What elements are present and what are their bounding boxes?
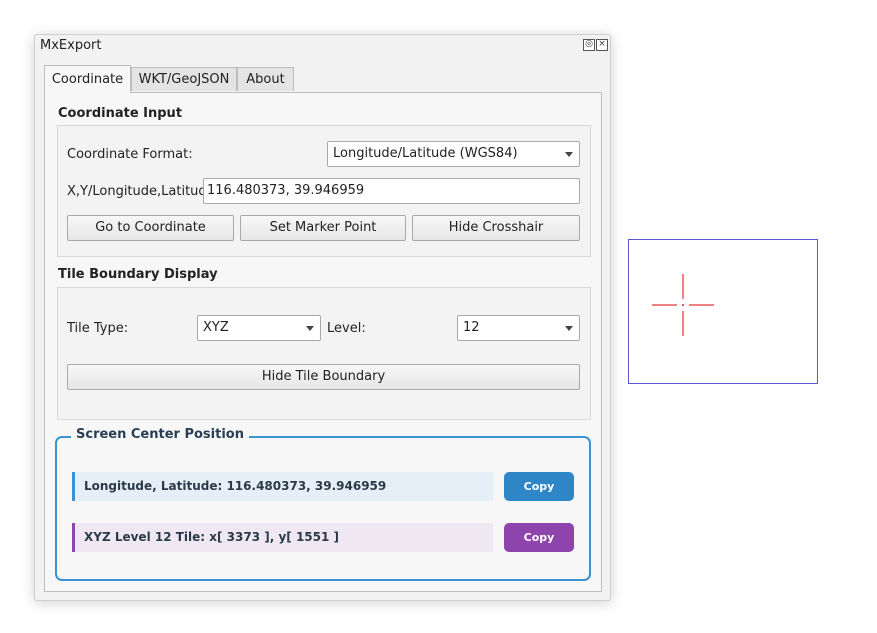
- xy-label: X,Y/Longitude,Latitude:: [67, 184, 220, 199]
- hide-tile-boundary-button[interactable]: Hide Tile Boundary: [67, 364, 580, 390]
- close-icon[interactable]: ×: [596, 39, 608, 51]
- level-select[interactable]: 12: [457, 315, 580, 341]
- coordinate-tab-panel: Coordinate Input Coordinate Format: Long…: [44, 92, 602, 592]
- chevron-down-icon: [306, 326, 314, 331]
- chevron-down-icon: [565, 152, 573, 157]
- coordinate-input-field[interactable]: 116.480373, 39.946959: [203, 178, 580, 204]
- go-to-coordinate-button[interactable]: Go to Coordinate: [67, 215, 234, 241]
- tab-about[interactable]: About: [237, 67, 294, 91]
- coordinate-input-title: Coordinate Input: [58, 106, 183, 121]
- map-preview: [628, 239, 818, 384]
- tab-wkt-geojson[interactable]: WKT/GeoJSON: [131, 67, 237, 91]
- tab-coordinate[interactable]: Coordinate: [44, 65, 131, 93]
- mxexport-window: MxExport ◎ × Coordinate WKT/GeoJSON Abou…: [34, 34, 611, 601]
- tile-type-value: XYZ: [203, 320, 229, 335]
- coordinate-format-select[interactable]: Longitude/Latitude (WGS84): [327, 141, 580, 167]
- screen-center-title: Screen Center Position: [71, 427, 249, 442]
- coordinate-format-value: Longitude/Latitude (WGS84): [333, 146, 518, 161]
- screen-center-group: Screen Center Position Longitude, Latitu…: [55, 427, 591, 581]
- level-value: 12: [463, 320, 480, 335]
- lonlat-readout: Longitude, Latitude: 116.480373, 39.9469…: [72, 472, 493, 501]
- tile-readout: XYZ Level 12 Tile: x[ 3373 ], y[ 1551 ]: [72, 523, 493, 552]
- level-label: Level:: [327, 321, 366, 336]
- copy-tile-button[interactable]: Copy: [504, 523, 574, 552]
- set-marker-point-button[interactable]: Set Marker Point: [240, 215, 406, 241]
- title-bar[interactable]: MxExport ◎ ×: [35, 35, 610, 57]
- crosshair-icon: [652, 274, 714, 336]
- window-title: MxExport: [40, 38, 102, 53]
- tile-type-select[interactable]: XYZ: [197, 315, 321, 341]
- tile-boundary-title: Tile Boundary Display: [58, 267, 218, 282]
- float-icon[interactable]: ◎: [583, 39, 595, 51]
- copy-lonlat-button[interactable]: Copy: [504, 472, 574, 501]
- chevron-down-icon: [565, 326, 573, 331]
- coordinate-input-group: Coordinate Format: Longitude/Latitude (W…: [57, 125, 591, 257]
- hide-crosshair-button[interactable]: Hide Crosshair: [412, 215, 580, 241]
- tile-type-label: Tile Type:: [67, 321, 129, 336]
- tile-boundary-group: Tile Type: XYZ Level: 12 Hide Tile Bound…: [57, 287, 591, 420]
- coordinate-format-label: Coordinate Format:: [67, 147, 193, 162]
